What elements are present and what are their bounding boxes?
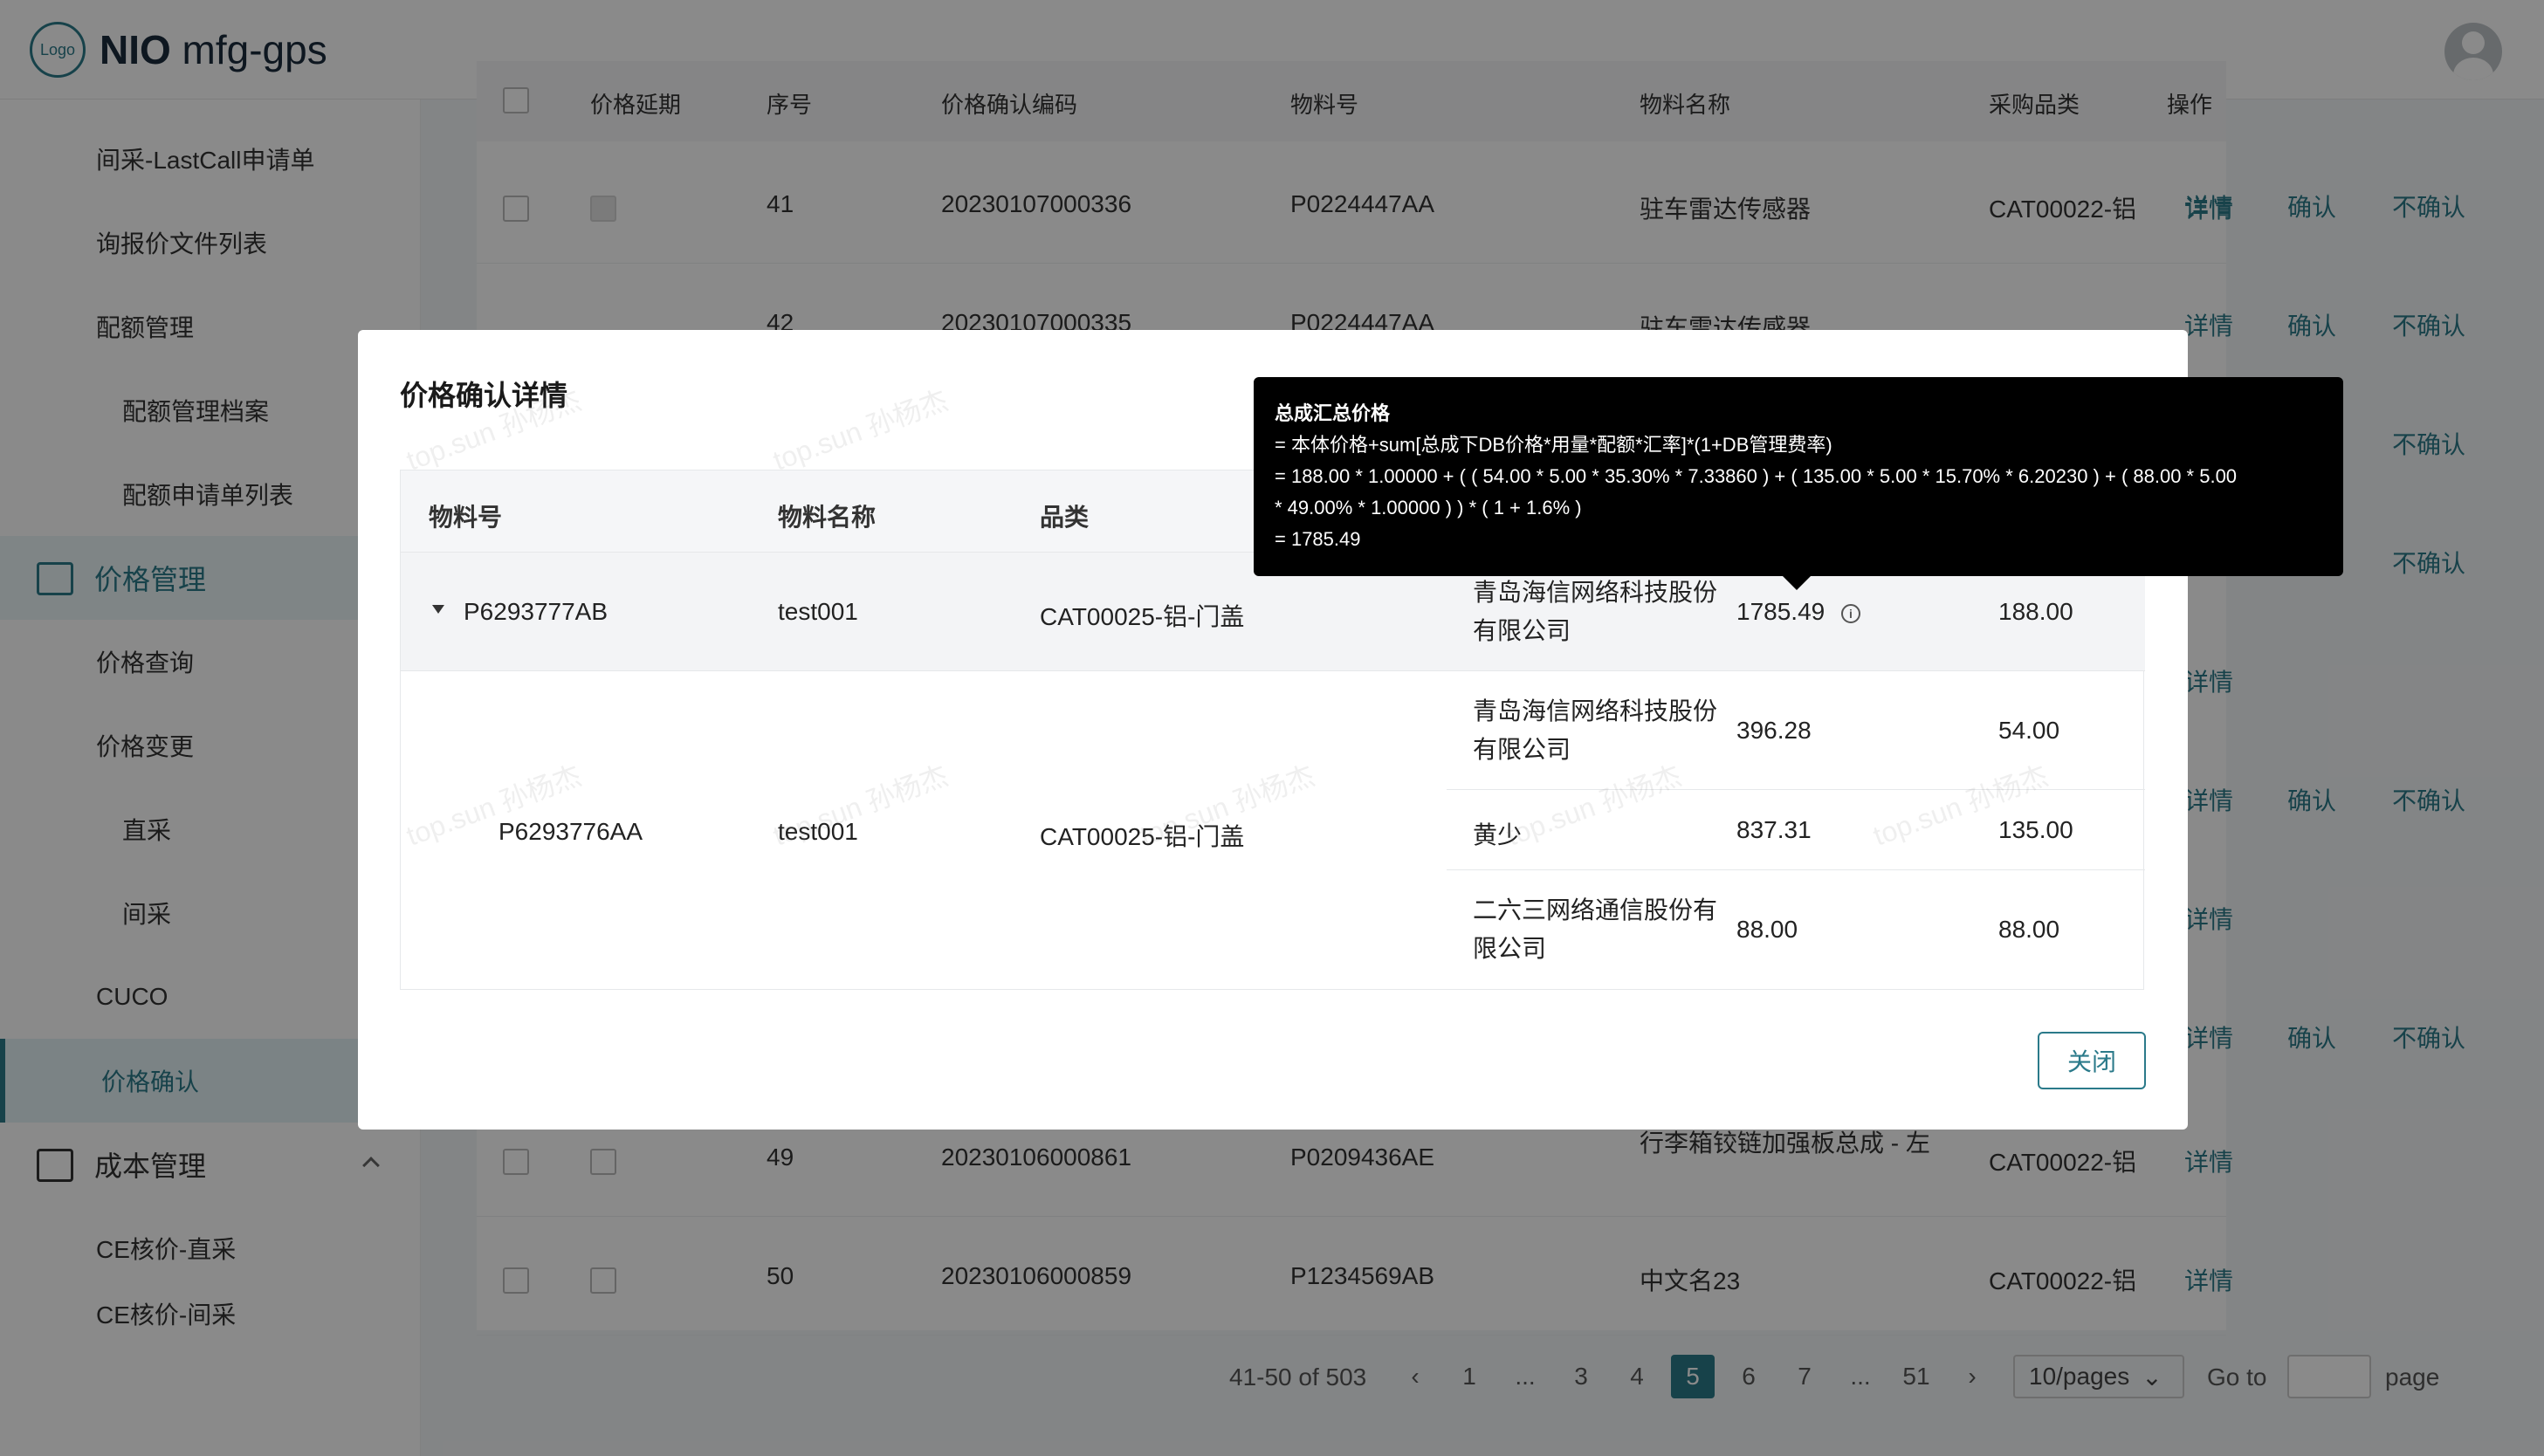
col-category: 品类: [1040, 504, 1090, 531]
modal-title: 价格确认详情: [400, 380, 568, 411]
col-part-no: 物料号: [429, 504, 503, 531]
tooltip-arrow: [1783, 576, 1811, 590]
caret-down-icon[interactable]: [432, 605, 444, 614]
col-part-name: 物料名称: [778, 504, 877, 531]
child-row: P6293776AA test001 CAT00025-铝-门盖 青岛海信网络科…: [401, 671, 2145, 991]
formula-tooltip: 总成汇总价格 = 本体价格+sum[总成下DB价格*用量*配额*汇率]*(1+D…: [1254, 377, 2343, 576]
total-price-value: 1785.49: [1736, 598, 1825, 625]
supplier-row: 黄少 837.31 135.00: [1447, 790, 2145, 870]
info-icon[interactable]: i: [1841, 604, 1860, 623]
supplier-row: 青岛海信网络科技股份有限公司 396.28 54.00: [1447, 671, 2145, 790]
watermark: top.sun 孙杨杰: [768, 384, 952, 477]
close-button[interactable]: 关闭: [2038, 1032, 2146, 1089]
supplier-row: 二六三网络通信股份有限公司 88.00 88.00: [1473, 896, 2060, 962]
